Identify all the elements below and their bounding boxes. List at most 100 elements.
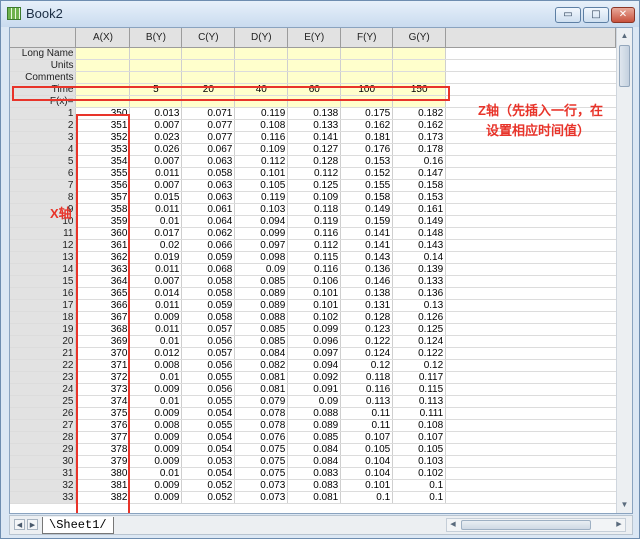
meta-cell[interactable] — [181, 59, 236, 72]
meta-cell[interactable]: 60 — [287, 83, 342, 96]
data-cell[interactable]: 0.082 — [234, 359, 289, 372]
data-cell[interactable]: 361 — [75, 239, 131, 252]
data-cell[interactable]: 0.155 — [340, 179, 394, 192]
data-cell[interactable]: 0.103 — [392, 455, 447, 468]
data-cell[interactable]: 0.01 — [129, 215, 183, 228]
data-cell[interactable]: 368 — [75, 323, 131, 336]
data-cell[interactable]: 0.108 — [234, 119, 289, 132]
data-cell[interactable]: 0.1 — [392, 491, 447, 504]
data-cell[interactable]: 0.008 — [129, 419, 183, 432]
row-number[interactable]: 29 — [10, 443, 77, 456]
data-cell[interactable]: 0.085 — [234, 323, 289, 336]
meta-cell[interactable] — [234, 47, 289, 60]
data-cell[interactable]: 0.009 — [129, 443, 183, 456]
meta-cell[interactable] — [392, 47, 447, 60]
data-cell[interactable]: 0.067 — [181, 143, 236, 156]
data-cell[interactable]: 0.138 — [287, 107, 342, 120]
scroll-left-arrow-icon[interactable]: ◀ — [447, 519, 459, 531]
data-cell[interactable]: 0.133 — [392, 275, 447, 288]
data-cell[interactable]: 0.101 — [234, 167, 289, 180]
data-cell[interactable]: 0.088 — [287, 407, 342, 420]
row-number[interactable]: 27 — [10, 419, 77, 432]
data-cell[interactable]: 382 — [75, 491, 131, 504]
row-number[interactable]: 22 — [10, 359, 77, 372]
data-cell[interactable]: 0.059 — [181, 251, 236, 264]
meta-cell[interactable]: 20 — [181, 83, 236, 96]
data-cell[interactable]: 359 — [75, 215, 131, 228]
data-cell[interactable]: 379 — [75, 455, 131, 468]
data-cell[interactable]: 0.101 — [340, 479, 394, 492]
data-cell[interactable]: 381 — [75, 479, 131, 492]
data-cell[interactable]: 0.101 — [287, 299, 342, 312]
data-cell[interactable]: 0.007 — [129, 119, 183, 132]
column-header[interactable]: G(Y) — [392, 28, 447, 48]
data-cell[interactable]: 0.081 — [234, 371, 289, 384]
data-cell[interactable]: 372 — [75, 371, 131, 384]
data-cell[interactable]: 0.103 — [234, 203, 289, 216]
row-number[interactable]: 32 — [10, 479, 77, 492]
data-cell[interactable]: 0.136 — [392, 287, 447, 300]
data-cell[interactable]: 0.159 — [340, 215, 394, 228]
data-cell[interactable]: 0.119 — [234, 107, 289, 120]
data-cell[interactable]: 0.182 — [392, 107, 447, 120]
row-number[interactable]: 4 — [10, 143, 77, 156]
data-cell[interactable]: 0.026 — [129, 143, 183, 156]
data-cell[interactable]: 0.078 — [234, 407, 289, 420]
data-cell[interactable]: 0.089 — [234, 287, 289, 300]
row-number[interactable]: 3 — [10, 131, 77, 144]
data-cell[interactable]: 367 — [75, 311, 131, 324]
meta-row-label[interactable]: Comments — [10, 71, 77, 84]
data-cell[interactable]: 0.012 — [129, 347, 183, 360]
meta-cell[interactable] — [392, 59, 447, 72]
data-cell[interactable]: 0.052 — [181, 479, 236, 492]
data-cell[interactable]: 0.052 — [181, 491, 236, 504]
row-number[interactable]: 18 — [10, 311, 77, 324]
data-cell[interactable]: 0.124 — [392, 335, 447, 348]
data-cell[interactable]: 0.153 — [340, 155, 394, 168]
data-cell[interactable]: 0.107 — [392, 431, 447, 444]
data-cell[interactable]: 0.11 — [340, 419, 394, 432]
data-cell[interactable]: 0.116 — [287, 227, 342, 240]
meta-cell[interactable] — [287, 47, 342, 60]
row-number[interactable]: 24 — [10, 383, 77, 396]
data-cell[interactable]: 350 — [75, 107, 131, 120]
tab-sheet1[interactable]: \Sheet1/ — [42, 517, 114, 534]
data-cell[interactable]: 0.089 — [287, 419, 342, 432]
meta-cell[interactable]: 150 — [392, 83, 447, 96]
data-cell[interactable]: 0.178 — [392, 143, 447, 156]
data-cell[interactable]: 0.007 — [129, 275, 183, 288]
row-number[interactable]: 15 — [10, 275, 77, 288]
meta-cell[interactable] — [129, 47, 183, 60]
meta-cell[interactable] — [340, 71, 394, 84]
data-cell[interactable]: 0.057 — [181, 347, 236, 360]
data-cell[interactable]: 0.011 — [129, 203, 183, 216]
data-cell[interactable]: 0.058 — [181, 311, 236, 324]
data-cell[interactable]: 0.099 — [287, 323, 342, 336]
data-cell[interactable]: 0.16 — [392, 155, 447, 168]
meta-cell[interactable] — [181, 71, 236, 84]
data-cell[interactable]: 0.14 — [392, 251, 447, 264]
row-number[interactable]: 16 — [10, 287, 77, 300]
data-cell[interactable]: 0.112 — [287, 167, 342, 180]
row-number[interactable]: 26 — [10, 407, 77, 420]
meta-cell[interactable] — [75, 83, 131, 96]
data-cell[interactable]: 0.104 — [340, 455, 394, 468]
data-cell[interactable]: 0.096 — [287, 335, 342, 348]
data-cell[interactable]: 0.017 — [129, 227, 183, 240]
data-cell[interactable]: 0.023 — [129, 131, 183, 144]
data-cell[interactable]: 369 — [75, 335, 131, 348]
column-header[interactable]: E(Y) — [287, 28, 342, 48]
row-number[interactable]: 7 — [10, 179, 77, 192]
title-bar[interactable]: Book2 ▭ □ ✕ — [1, 1, 639, 27]
data-cell[interactable]: 0.085 — [234, 275, 289, 288]
data-cell[interactable]: 0.122 — [340, 335, 394, 348]
data-cell[interactable]: 0.091 — [287, 383, 342, 396]
meta-cell[interactable] — [129, 71, 183, 84]
row-number[interactable]: 8 — [10, 191, 77, 204]
data-cell[interactable]: 0.081 — [234, 383, 289, 396]
data-cell[interactable]: 0.122 — [392, 347, 447, 360]
meta-cell[interactable]: 5 — [129, 83, 183, 96]
horizontal-scrollbar[interactable]: ◀ ▶ — [446, 518, 626, 532]
scroll-down-arrow-icon[interactable]: ▼ — [617, 497, 632, 513]
data-cell[interactable]: 0.136 — [340, 263, 394, 276]
